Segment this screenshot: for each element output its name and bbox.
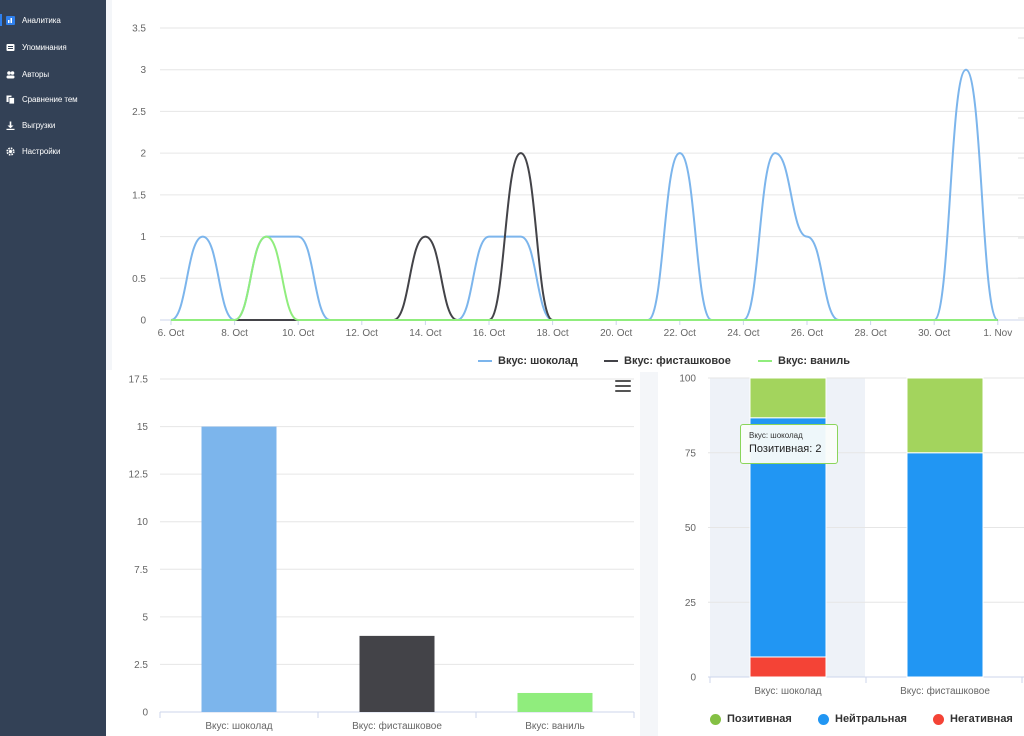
y-tick-label: 2.5: [132, 107, 146, 118]
y-tick-label: 75: [685, 448, 697, 459]
y-tick-label: 100: [679, 374, 696, 385]
legend-item[interactable]: Вкус: фисташковое: [604, 355, 731, 367]
legend-item[interactable]: Негативная: [933, 713, 1013, 725]
x-tick-label: 22. Oct: [664, 328, 696, 339]
y-tick-label: 2: [140, 149, 146, 160]
y-tick-label: 3: [140, 65, 146, 76]
legend-item[interactable]: Вкус: шоколад: [478, 355, 578, 367]
legend-swatch: [604, 360, 618, 362]
x-tick-label: Вкус: шоколад: [754, 686, 821, 697]
legend-label: Вкус: фисташковое: [624, 355, 731, 367]
x-tick-label: 26. Oct: [791, 328, 823, 339]
x-tick-label: 18. Oct: [536, 328, 568, 339]
tooltip-value: Позитивная: 2: [749, 443, 822, 455]
legend-label: Позитивная: [727, 713, 792, 725]
x-tick-label: 8. Oct: [221, 328, 248, 339]
legend-swatch: [933, 713, 944, 725]
y-tick-label: 17.5: [129, 375, 149, 386]
y-tick-label: 1.5: [132, 190, 146, 201]
x-tick-label: 14. Oct: [409, 328, 441, 339]
y-tick-label: 10: [137, 517, 149, 528]
legend-item[interactable]: Нейтральная: [818, 713, 907, 725]
stack-segment[interactable]: [749, 656, 827, 678]
x-tick-label: 16. Oct: [473, 328, 505, 339]
x-tick-label: 30. Oct: [918, 328, 950, 339]
panel-divider: [640, 372, 658, 736]
x-tick-label: Вкус: фисташковое: [352, 720, 442, 732]
x-tick-label: 24. Oct: [727, 328, 759, 339]
y-tick-label: 1: [140, 232, 146, 243]
stack-segment[interactable]: [906, 377, 984, 454]
legend-swatch: [710, 713, 721, 725]
legend-swatch: [478, 360, 492, 362]
tooltip-series: Вкус: шоколад: [749, 431, 803, 440]
x-tick-label: 12. Oct: [346, 328, 378, 339]
y-tick-label: 15: [137, 422, 149, 433]
legend-swatch: [758, 360, 772, 362]
menu-line: [615, 380, 631, 383]
legend-label: Вкус: шоколад: [498, 355, 578, 367]
line-chart: 0 0.5 1 1.5 2 2.5 3 3.5 6. Oct 8. Oct 10. Oct 12. O…: [132, 24, 1024, 339]
x-tick-label: 6. Oct: [158, 328, 185, 339]
y-tick-label: 7.5: [134, 565, 148, 576]
x-tick-label: 1. Nov: [983, 328, 1012, 339]
y-tick-label: 12.5: [129, 470, 149, 481]
chart-menu-button[interactable]: [614, 380, 632, 396]
legend-label: Нейтральная: [835, 713, 907, 725]
stack-segment[interactable]: [749, 377, 827, 419]
y-tick-label: 0.5: [132, 274, 146, 285]
legend-item[interactable]: Позитивная: [710, 713, 792, 725]
y-tick-label: 25: [685, 598, 697, 609]
x-tick-label: Вкус: ваниль: [525, 721, 585, 732]
y-tick-label: 50: [685, 523, 697, 534]
x-tick-label: 10. Oct: [282, 328, 314, 339]
x-tick-label: Вкус: шоколад: [205, 721, 272, 732]
legend-swatch: [818, 713, 829, 725]
menu-line: [615, 389, 631, 392]
app-window: Аналитика Упоминания Авторы Сравнение тем Вы…: [0, 0, 1024, 736]
legend-label: Негативная: [950, 713, 1013, 725]
legend-item[interactable]: Вкус: ваниль: [758, 355, 850, 367]
x-tick-label: 28. Oct: [854, 328, 886, 339]
x-tick-label: Вкус: фисташковое: [900, 685, 990, 697]
y-tick-label: 0: [690, 673, 696, 684]
stack-segment[interactable]: [906, 452, 984, 678]
hover-band: [710, 378, 865, 677]
y-tick-label: 0: [140, 316, 146, 327]
y-tick-label: 2.5: [134, 660, 148, 671]
bar[interactable]: [517, 692, 593, 712]
y-tick-label: 5: [142, 612, 148, 623]
bar[interactable]: [359, 635, 435, 712]
y-tick-label: 3.5: [132, 24, 146, 35]
menu-line: [615, 384, 631, 388]
x-tick-label: 20. Oct: [600, 328, 632, 339]
y-tick-label: 0: [142, 708, 148, 719]
bar[interactable]: [201, 426, 277, 712]
legend-label: Вкус: ваниль: [778, 355, 851, 367]
chart-tooltip: Вкус: шоколад Позитивная: 2: [740, 424, 838, 464]
